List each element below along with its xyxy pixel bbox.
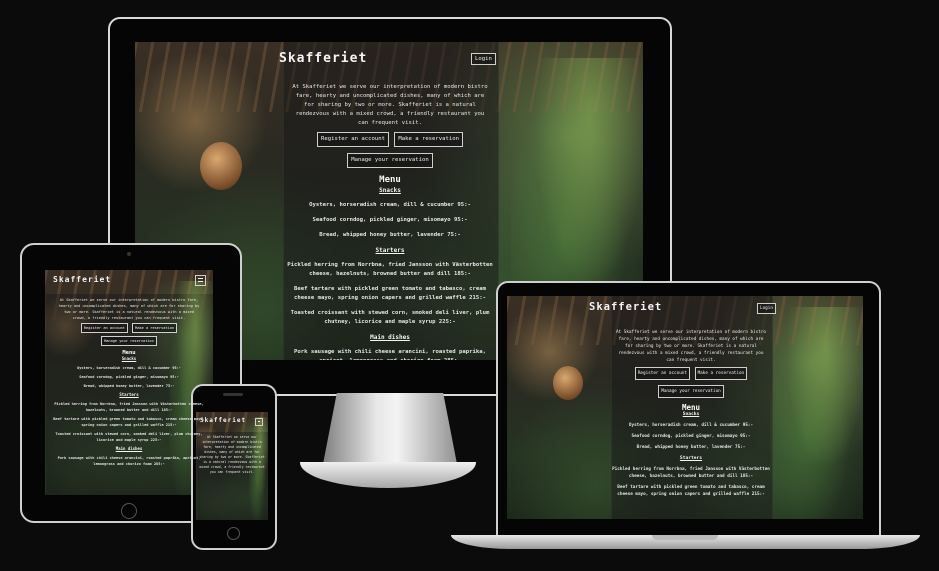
brand-logo[interactable]: Skafferiet	[200, 417, 246, 424]
phone-home-button-icon	[227, 527, 240, 540]
login-button[interactable]: Login	[471, 53, 496, 65]
register-button[interactable]: Register an account	[80, 323, 128, 333]
menu-item: Seafood corndog, pickled ginger, misomay…	[79, 375, 179, 379]
brand-logo[interactable]: Skafferiet	[279, 51, 367, 66]
intro-text: At Skafferiet we serve our interpretatio…	[292, 84, 488, 126]
menu-item: Pickled herring from Norrbna, fried Jans…	[287, 262, 493, 277]
starters-title: Starters	[119, 392, 139, 397]
main-content: At Skafferiet we serve our interpretatio…	[51, 297, 207, 470]
mains-title: Main dishes	[115, 446, 143, 451]
reservation-button[interactable]: Make a reservation	[132, 323, 178, 333]
menu-item: Seafood corndog, pickled ginger, misomay…	[631, 434, 751, 439]
register-button[interactable]: Register an account	[317, 132, 389, 147]
mains-title: Main dishes	[370, 334, 410, 341]
hamburger-menu-icon[interactable]	[255, 418, 263, 426]
menu-item: Toasted croissant with stewed corn, smok…	[290, 310, 490, 325]
intro-text: At Skafferiet we serve our interpretatio…	[615, 330, 767, 363]
menu-item: Pickled herring from Norrbna, fried Jans…	[54, 402, 204, 412]
desktop-monitor-base	[300, 462, 476, 488]
menu-item: Bread, whipped honey butter, lavender 75…	[83, 384, 175, 388]
snacks-title: Snacks	[379, 187, 401, 194]
menu-item: Pork sausage with chili cheese arancini,…	[294, 349, 486, 360]
main-content: At Skafferiet we serve our interpretatio…	[199, 435, 265, 475]
snacks-title: Snacks	[121, 356, 137, 361]
rattan-lamp-icon	[553, 366, 583, 400]
main-content: At Skafferiet we serve our interpretatio…	[611, 329, 771, 502]
menu-title: Menu	[681, 403, 701, 412]
manage-reservation-button[interactable]: Manage your reservation	[347, 153, 433, 168]
menu-item: Beef tartare with pickled green tomato a…	[53, 417, 205, 427]
brand-logo[interactable]: Skafferiet	[589, 301, 662, 313]
laptop-hinge-notch	[652, 535, 718, 540]
register-button[interactable]: Register an account	[634, 367, 690, 380]
menu-item: Oysters, horseradish cream, dill & cucum…	[628, 423, 754, 428]
menu-item: Oysters, horseradish cream, dill & cucum…	[309, 202, 471, 208]
menu-title: Menu	[379, 175, 401, 185]
starters-title: Starters	[375, 247, 405, 254]
snacks-title: Snacks	[682, 412, 700, 417]
menu-item: Bread, whipped honey butter, lavender 75…	[319, 232, 461, 238]
menu-item: Toasted croissant with stewed corn, smok…	[55, 432, 203, 442]
tablet-camera-icon	[127, 252, 131, 256]
manage-reservation-button[interactable]: Manage your reservation	[101, 336, 157, 346]
manage-reservation-button[interactable]: Manage your reservation	[658, 385, 724, 398]
intro-text: At Skafferiet we serve our interpretatio…	[199, 435, 265, 474]
action-buttons: Register an account Make a reservation	[283, 128, 497, 149]
menu-item: Oysters, horseradish cream, dill & cucum…	[77, 366, 181, 370]
reservation-button[interactable]: Make a reservation	[694, 367, 748, 380]
brand-logo[interactable]: Skafferiet	[53, 275, 111, 284]
laptop-screen: Skafferiet Login At Skafferiet we serve …	[507, 296, 863, 519]
login-button[interactable]: Login	[757, 303, 776, 314]
menu-item: Beef tartare with pickled green tomato a…	[294, 286, 486, 301]
menu-item: Seafood corndog, pickled ginger, misomay…	[312, 217, 468, 223]
phone-speaker-icon	[223, 393, 243, 396]
tablet-screen: Skafferiet At Skafferiet we serve our in…	[45, 270, 213, 495]
hamburger-menu-icon[interactable]	[195, 275, 206, 286]
starters-title: Starters	[679, 456, 703, 461]
main-content: At Skafferiet we serve our interpretatio…	[283, 83, 497, 360]
rattan-lamp-icon	[200, 142, 242, 190]
menu-item: Bread, whipped honey butter, lavender 75…	[636, 445, 746, 450]
menu-item: Pork sausage with chili cheese arancini,…	[57, 456, 201, 466]
tablet-home-button-icon	[121, 503, 137, 519]
menu-item: Beef tartare with pickled green tomato a…	[617, 485, 765, 497]
reservation-button[interactable]: Make a reservation	[394, 132, 463, 147]
intro-text: At Skafferiet we serve our interpretatio…	[58, 298, 200, 320]
menu-item: Pickled herring from Norrbna, fried Jans…	[612, 467, 770, 479]
desktop-monitor-stand	[322, 393, 458, 465]
